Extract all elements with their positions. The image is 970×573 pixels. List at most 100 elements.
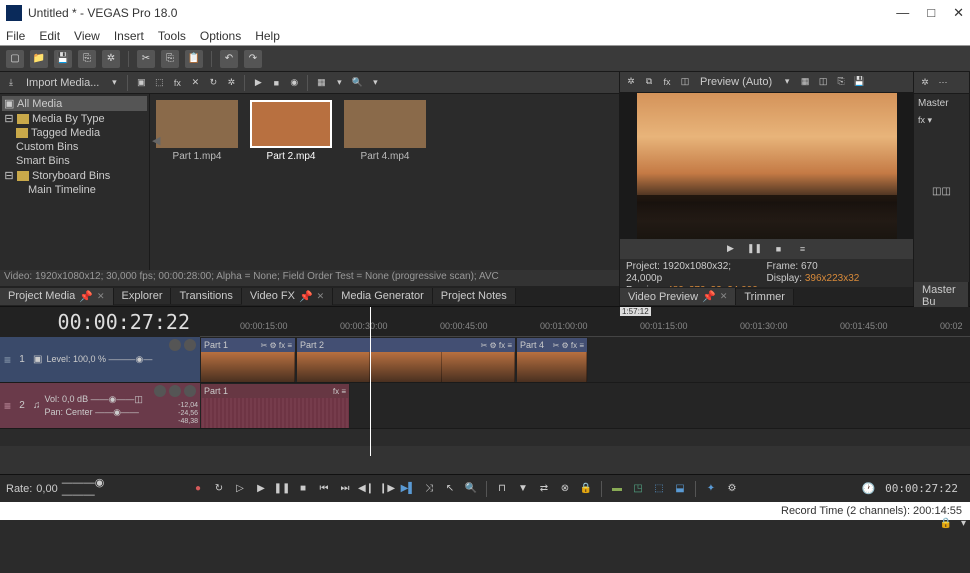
properties-button[interactable]: ✲ [102, 50, 120, 68]
snap-button[interactable]: ⊓ [494, 481, 510, 497]
marker[interactable]: 1:57:12 [620, 307, 651, 316]
rate-control[interactable]: Rate: 0,00 ———◉——— [6, 476, 126, 501]
lock-button[interactable]: 🔒 [578, 481, 594, 497]
record-button[interactable]: ● [190, 481, 206, 497]
video-clip[interactable]: Part 4✂ ⚙ fx ≡ [516, 337, 588, 381]
dropdown-icon[interactable]: ▾ [332, 76, 346, 90]
preview-quality[interactable]: Preview (Auto) [696, 76, 776, 88]
redo-button[interactable]: ↷ [244, 50, 262, 68]
external-icon[interactable]: ⧉ [642, 75, 656, 89]
get-media-icon[interactable]: ⬚ [152, 76, 166, 90]
save-icon[interactable]: 💾 [852, 75, 866, 89]
pin-icon[interactable]: 📌 [79, 290, 93, 303]
close-icon[interactable]: ✕ [317, 291, 325, 302]
play-icon[interactable]: ▶ [251, 76, 265, 90]
import-media-button[interactable]: Import Media... [22, 77, 103, 89]
tree-smart-bins[interactable]: Smart Bins [2, 154, 147, 168]
lock-icon[interactable]: 🔒 [940, 518, 952, 529]
tree-media-by-type[interactable]: ⊟Media By Type [2, 111, 147, 126]
pause-button[interactable]: ❚❚ [274, 481, 290, 497]
tab-video-preview[interactable]: Video Preview📌✕ [620, 288, 736, 305]
fx-icon[interactable]: fx [660, 75, 674, 89]
media-item[interactable]: Part 2.mp4 [250, 100, 332, 162]
auto-crossfade-button[interactable]: ⊗ [557, 481, 573, 497]
solo-icon[interactable] [169, 385, 181, 397]
tab-project-media[interactable]: Project Media📌✕ [0, 288, 114, 305]
split-icon[interactable]: ◫ [678, 75, 692, 89]
copy-button[interactable]: ⎘ [161, 50, 179, 68]
close-icon[interactable]: ✕ [720, 291, 728, 302]
normal-edit-tool[interactable]: ▶▌ [400, 481, 416, 497]
render-button[interactable]: ⎘ [78, 50, 96, 68]
tree-main-timeline[interactable]: Main Timeline [2, 183, 147, 197]
clip-tools[interactable]: ✂ ⚙ fx ≡ [261, 341, 292, 350]
menu-help[interactable]: Help [255, 29, 280, 43]
play-start-button[interactable]: ▷ [232, 481, 248, 497]
video-track-header[interactable]: ≡ 1 ▣ Level: 100,0 % ———◉— [0, 337, 200, 382]
tab-video-fx[interactable]: Video FX📌✕ [242, 288, 333, 305]
timeline-scroll-h[interactable] [0, 460, 970, 474]
menu-insert[interactable]: Insert [114, 29, 144, 43]
menu-options[interactable]: Options [200, 29, 241, 43]
pin-icon[interactable]: 📌 [702, 290, 716, 303]
capture-icon[interactable]: ▣ [134, 76, 148, 90]
go-end-button[interactable]: ⏭ [337, 481, 353, 497]
zoom-tool[interactable]: 🔍 [463, 481, 479, 497]
tab-trimmer[interactable]: Trimmer [736, 289, 794, 305]
menu-icon[interactable]: ≡ [796, 242, 810, 256]
ai-tool[interactable]: ✦ [703, 481, 719, 497]
solo-icon[interactable] [184, 339, 196, 351]
remove-icon[interactable]: ✕ [188, 76, 202, 90]
stop-icon[interactable]: ■ [269, 76, 283, 90]
save-button[interactable]: 💾 [54, 50, 72, 68]
dropdown-icon[interactable]: ▾ [107, 76, 121, 90]
import-icon[interactable]: ⤓ [4, 76, 18, 90]
ripple-button[interactable]: ⇄ [536, 481, 552, 497]
minimize-button[interactable]: — [896, 5, 909, 21]
next-frame-button[interactable]: ❙▶ [379, 481, 395, 497]
dropdown-icon[interactable]: ▾ [368, 76, 382, 90]
undo-button[interactable]: ↶ [220, 50, 238, 68]
settings-icon[interactable]: ✲ [918, 76, 932, 90]
tool-a[interactable]: ⬚ [651, 481, 667, 497]
open-button[interactable]: 📁 [30, 50, 48, 68]
tree-tagged-media[interactable]: Tagged Media [2, 126, 147, 140]
video-track-body[interactable]: Part 1✂ ⚙ fx ≡ Part 2✂ ⚙ fx ≡ Part 4✂ ⚙ … [200, 337, 970, 382]
fx-icon[interactable]: fx [170, 76, 184, 90]
clip-tools[interactable]: ✂ ⚙ fx ≡ [553, 341, 584, 350]
close-button[interactable]: ✕ [953, 5, 964, 21]
shuffle-tool[interactable]: ⤨ [421, 481, 437, 497]
tree-all-media[interactable]: ▣All Media [2, 96, 147, 111]
region-button[interactable]: ◳ [630, 481, 646, 497]
tree-storyboard-bins[interactable]: ⊟Storyboard Bins [2, 168, 147, 183]
ruler-ticks[interactable]: 1:57:12 00:00:15:00 00:00:30:00 00:00:45… [200, 307, 970, 337]
maximize-button[interactable]: □ [927, 5, 935, 21]
clip-tools[interactable]: fx ≡ [333, 387, 346, 396]
loop-button[interactable]: ↻ [211, 481, 227, 497]
refresh-icon[interactable]: ↻ [206, 76, 220, 90]
copy-icon[interactable]: ⎘ [834, 75, 848, 89]
mute-icon[interactable] [169, 339, 181, 351]
scroll-left-icon[interactable]: ◀ [152, 134, 160, 147]
clip-tools[interactable]: ✂ ⚙ fx ≡ [481, 341, 512, 350]
pin-icon[interactable]: 📌 [299, 290, 313, 303]
cut-button[interactable]: ✂ [137, 50, 155, 68]
views-icon[interactable]: ▦ [314, 76, 328, 90]
menu-view[interactable]: View [74, 29, 100, 43]
overlay-icon[interactable]: ◫ [816, 75, 830, 89]
preview-viewport[interactable] [620, 93, 913, 239]
paste-button[interactable]: 📋 [185, 50, 203, 68]
marker-tool[interactable]: ▼ [515, 481, 531, 497]
stop-button[interactable]: ■ [295, 481, 311, 497]
prop-icon[interactable]: ✲ [224, 76, 238, 90]
prev-frame-button[interactable]: ◀❙ [358, 481, 374, 497]
chevron-down-icon[interactable]: ▾ [961, 518, 966, 529]
stop-button[interactable]: ■ [772, 242, 786, 256]
tab-project-notes[interactable]: Project Notes [433, 288, 516, 304]
go-start-button[interactable]: ⏮ [316, 481, 332, 497]
dropdown-icon[interactable]: ▾ [780, 75, 794, 89]
play-button[interactable]: ▶ [724, 242, 738, 256]
media-item[interactable]: Part 1.mp4 [156, 100, 238, 162]
timeline-scrollbar[interactable] [0, 446, 970, 460]
settings-button[interactable]: ⚙ [724, 481, 740, 497]
